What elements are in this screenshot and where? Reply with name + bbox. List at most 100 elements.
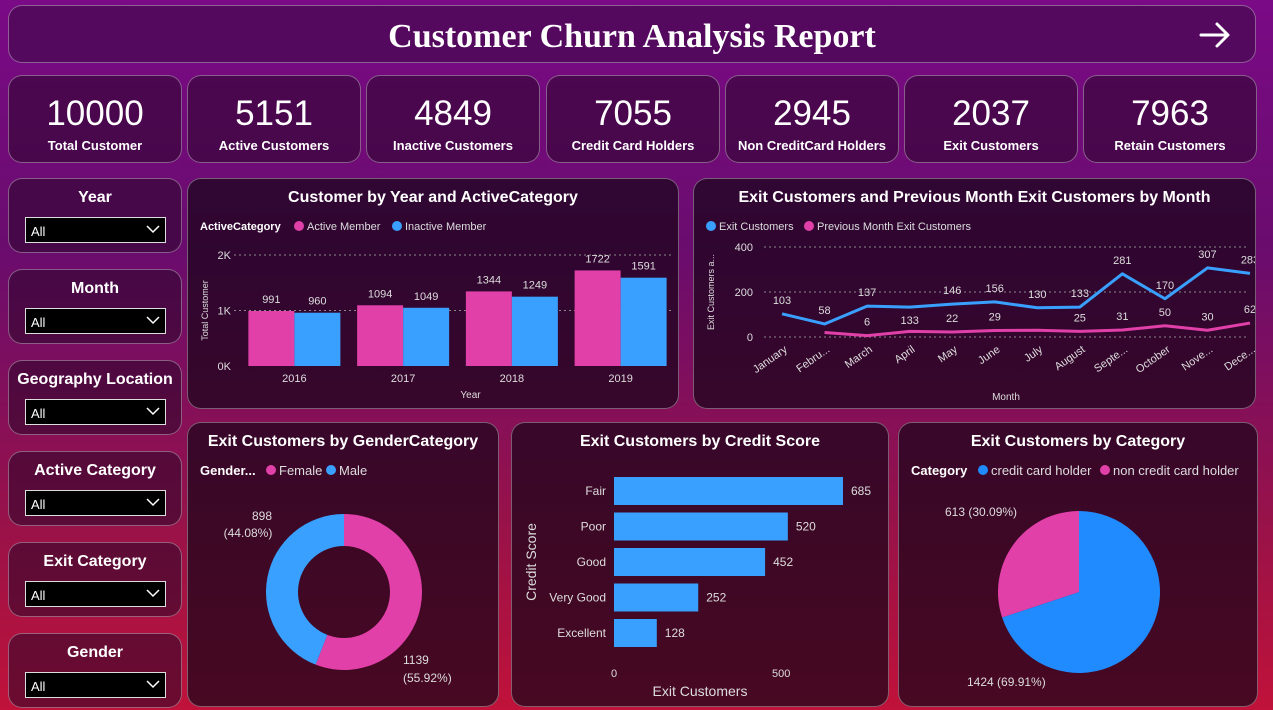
- series-line: [824, 321, 1251, 338]
- x-axis-label: Exit Customers: [653, 683, 748, 699]
- bar: [465, 291, 512, 366]
- x-tick-label: 500: [772, 668, 790, 680]
- dropdown-value: All: [31, 315, 46, 330]
- y-tick-label: Very Good: [549, 591, 606, 605]
- month-dropdown[interactable]: All: [25, 308, 166, 334]
- gender-dropdown[interactable]: All: [25, 672, 166, 698]
- bar: [248, 310, 295, 366]
- data-label: 137: [858, 287, 876, 299]
- kpi-label: Retain Customers: [1114, 138, 1226, 153]
- x-tick-label: 2018: [500, 373, 524, 385]
- exit-category-dropdown[interactable]: All: [25, 581, 166, 607]
- year-dropdown[interactable]: All: [25, 217, 166, 243]
- data-label: 1094: [368, 288, 392, 300]
- x-tick-label: August: [1053, 344, 1088, 373]
- kpi-label: Active Customers: [218, 138, 330, 153]
- legend-label: Previous Month Exit Customers: [817, 221, 972, 233]
- filter-label: Year: [78, 189, 112, 206]
- y-tick-label: Poor: [581, 520, 606, 534]
- data-label: 307: [1198, 249, 1216, 261]
- filter-label: Active Category: [34, 462, 156, 479]
- slice-value: 898: [252, 509, 272, 523]
- kpi-card-exit-customers: 2037 Exit Customers: [904, 75, 1078, 163]
- bar-chart: ActiveCategory Active Member Inactive Memb…: [200, 221, 673, 401]
- data-label: 31: [1116, 311, 1128, 323]
- kpi-label: Total Customer: [47, 138, 143, 153]
- data-label: 130: [1028, 289, 1046, 301]
- x-tick-label: July: [1022, 343, 1045, 364]
- x-tick-label: 0: [611, 668, 617, 680]
- chevron-down-icon: [146, 316, 160, 325]
- bar: [620, 277, 667, 366]
- data-label: 156: [986, 283, 1004, 295]
- data-label: 25: [1074, 312, 1086, 324]
- data-label: 133: [1071, 288, 1089, 300]
- dropdown-value: All: [31, 406, 46, 421]
- page-title: Customer Churn Analysis Report: [388, 18, 876, 55]
- bar: [614, 583, 699, 612]
- filter-month: Month All: [8, 269, 182, 344]
- y-axis-label: Exit Customers a...: [706, 254, 716, 330]
- x-tick-label: 2017: [391, 373, 415, 385]
- data-label: 1249: [523, 280, 547, 292]
- kpi-label: Non CreditCard Holders: [737, 138, 887, 153]
- active-category-dropdown[interactable]: All: [25, 490, 166, 516]
- data-label: 50: [1159, 307, 1171, 319]
- data-label: 452: [773, 555, 793, 569]
- legend-label: non credit card holder: [1113, 463, 1239, 478]
- kpi-value: 2945: [773, 94, 851, 133]
- x-tick-label: Septe...: [1092, 344, 1130, 376]
- bar: [614, 477, 843, 505]
- data-label: 281: [1113, 255, 1131, 267]
- y-axis-label: Total Customer: [200, 280, 210, 341]
- data-label: 283: [1241, 254, 1255, 266]
- legend-label: Exit Customers: [719, 221, 794, 233]
- legend-label: Female: [279, 463, 322, 478]
- x-tick-label: Nove...: [1180, 344, 1215, 374]
- bar: [357, 305, 404, 366]
- filter-label: Gender: [66, 644, 123, 661]
- legend-marker: [326, 465, 336, 475]
- legend-marker: [706, 221, 716, 231]
- legend-title: Gender...: [200, 463, 256, 478]
- bar: [614, 548, 766, 576]
- filter-label: Month: [71, 280, 119, 297]
- kpi-value: 10000: [46, 94, 144, 133]
- y-tick-label: 0: [747, 332, 753, 344]
- slice-label: 613 (30.09%): [945, 505, 1017, 519]
- kpi-value: 4849: [414, 94, 492, 133]
- legend-title: Category: [911, 463, 968, 478]
- data-label: 62: [1244, 304, 1255, 316]
- filter-active-category: Active Category All: [8, 451, 182, 526]
- data-label: 30: [1201, 311, 1213, 323]
- geography-location-dropdown[interactable]: All: [25, 399, 166, 425]
- legend-title: ActiveCategory: [200, 221, 282, 233]
- y-tick-label: Fair: [585, 484, 606, 498]
- legend-marker: [294, 221, 304, 231]
- legend-marker: [266, 465, 276, 475]
- y-tick-label: 2K: [218, 250, 232, 262]
- data-label: 960: [308, 296, 326, 308]
- chart-exit-by-month: Exit Customers and Previous Month Exit C…: [693, 178, 1256, 409]
- filter-label: Exit Category: [43, 553, 147, 570]
- y-tick-label: 400: [735, 242, 753, 254]
- filter-exit-category: Exit Category All: [8, 542, 182, 617]
- x-tick-label: January: [751, 343, 790, 376]
- dropdown-value: All: [31, 679, 46, 694]
- y-axis-label: Credit Score: [523, 523, 539, 601]
- kpi-label: Inactive Customers: [393, 138, 513, 153]
- data-label: 170: [1156, 280, 1174, 292]
- dropdown-value: All: [31, 588, 46, 603]
- filter-gender: Gender All: [8, 633, 182, 708]
- chevron-down-icon: [146, 407, 160, 416]
- data-label: 133: [900, 315, 918, 327]
- x-axis-label: Month: [992, 392, 1020, 403]
- x-tick-label: March: [843, 344, 875, 371]
- x-tick-label: May: [936, 343, 960, 365]
- arrow-right-icon[interactable]: [1197, 18, 1233, 52]
- chart-exit-by-credit-score: Exit Customers by Credit Score Fair 685 Po…: [511, 422, 889, 707]
- legend-marker: [1100, 465, 1110, 475]
- bar: [403, 307, 450, 366]
- x-tick-label: Febru...: [794, 344, 832, 376]
- donut-chart: Gender... Female Male 1139 (55.92%) 898 (44.08…: [200, 463, 452, 685]
